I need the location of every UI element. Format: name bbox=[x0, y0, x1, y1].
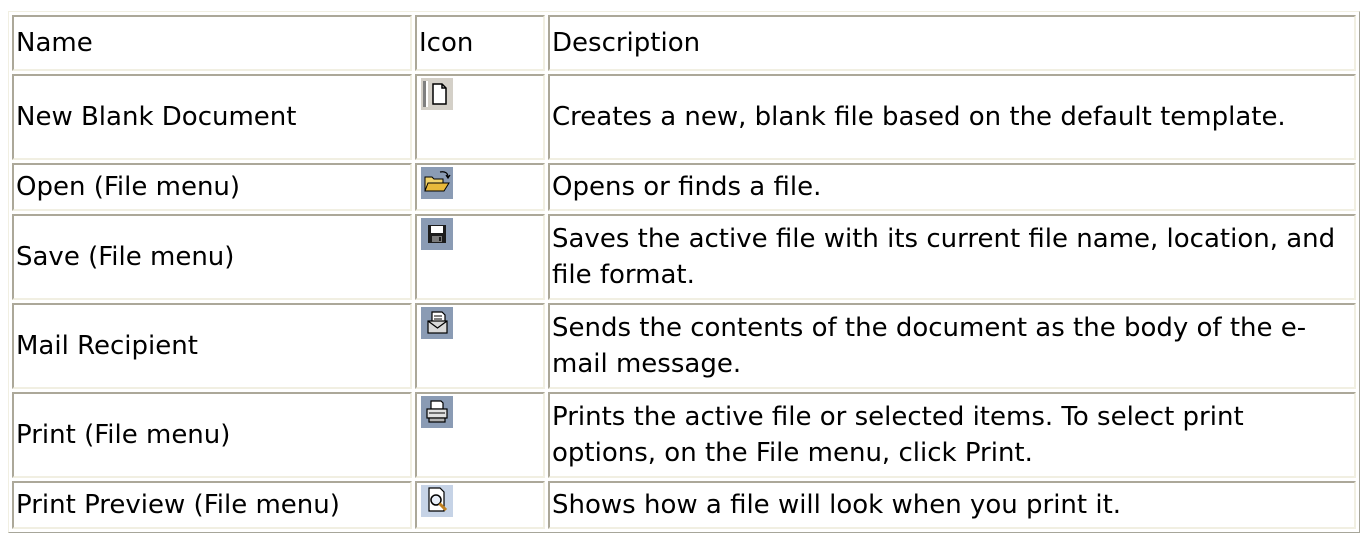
row-description: Prints the active file or selected items… bbox=[548, 392, 1356, 478]
row-description: Saves the active file with its current f… bbox=[548, 214, 1356, 300]
save-floppy-icon bbox=[421, 218, 453, 250]
row-name: New Blank Document bbox=[12, 74, 412, 160]
toolbar-buttons-table-container: Name Icon Description New Blank Document… bbox=[8, 11, 1360, 533]
header-description: Description bbox=[548, 15, 1356, 71]
header-icon: Icon bbox=[415, 15, 545, 71]
table-row: Print (File menu) Prints the active file… bbox=[12, 392, 1356, 478]
mail-recipient-icon bbox=[421, 307, 453, 339]
header-name: Name bbox=[12, 15, 412, 71]
table-row: Open (File menu) Opens or finds a file. bbox=[12, 163, 1356, 211]
open-folder-icon bbox=[421, 167, 453, 199]
row-name: Print (File menu) bbox=[12, 392, 412, 478]
row-name: Open (File menu) bbox=[12, 163, 412, 211]
row-description: Creates a new, blank file based on the d… bbox=[548, 74, 1356, 160]
printer-icon bbox=[421, 396, 453, 428]
table-header-row: Name Icon Description bbox=[12, 15, 1356, 71]
new-document-icon bbox=[421, 78, 453, 110]
toolbar-buttons-table: Name Icon Description New Blank Document… bbox=[8, 11, 1360, 533]
row-description: Opens or finds a file. bbox=[548, 163, 1356, 211]
row-description: Shows how a file will look when you prin… bbox=[548, 481, 1356, 529]
table-row: Print Preview (File menu) Shows how a fi… bbox=[12, 481, 1356, 529]
row-name: Save (File menu) bbox=[12, 214, 412, 300]
row-description: Sends the contents of the document as th… bbox=[548, 303, 1356, 389]
print-preview-icon bbox=[421, 485, 453, 517]
row-name: Mail Recipient bbox=[12, 303, 412, 389]
table-row: Save (File menu) Saves the active file w… bbox=[12, 214, 1356, 300]
table-row: Mail Recipient Sends the contents of the… bbox=[12, 303, 1356, 389]
table-row: New Blank Document Creates a new, blank … bbox=[12, 74, 1356, 160]
row-name: Print Preview (File menu) bbox=[12, 481, 412, 529]
